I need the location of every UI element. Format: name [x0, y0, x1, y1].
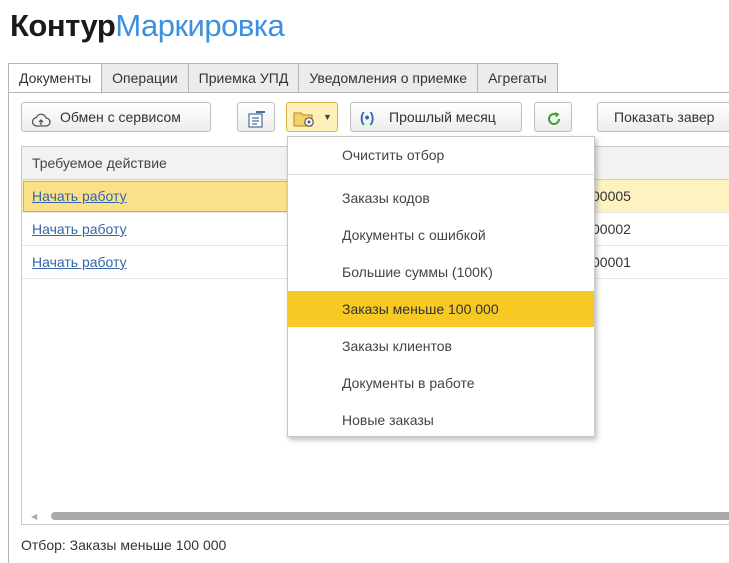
menu-item-client-orders[interactable]: Заказы клиентов	[288, 328, 594, 364]
menu-item-docs-with-errors[interactable]: Документы с ошибкой	[288, 217, 594, 253]
panel-border	[8, 92, 9, 563]
app-logo: КонтурМаркировка	[10, 6, 285, 46]
period-label: Прошлый месяц	[389, 109, 496, 125]
tab-aggregates[interactable]: Агрегаты	[478, 63, 558, 93]
document-number: 00002	[592, 221, 631, 237]
menu-item-large-sums[interactable]: Большие суммы (100К)	[288, 254, 594, 290]
scrollbar-thumb[interactable]	[51, 512, 729, 520]
show-completed-button[interactable]: Показать завер	[597, 102, 729, 132]
document-number: 00001	[592, 254, 631, 270]
cloud-sync-icon	[31, 110, 51, 131]
exchange-label: Обмен с сервисом	[60, 109, 181, 125]
logo-product: Маркировка	[115, 8, 285, 43]
start-work-link[interactable]: Начать работу	[32, 254, 127, 270]
exchange-with-service-button[interactable]: Обмен с сервисом	[21, 102, 211, 132]
refresh-button[interactable]	[534, 102, 572, 132]
scroll-left-icon[interactable]: ◀	[31, 512, 37, 521]
tab-upd-receiving[interactable]: Приемка УПД	[188, 63, 300, 93]
saved-filters-menu: Очистить отбор Заказы кодов Документы с …	[287, 136, 595, 437]
filter-list-icon	[247, 109, 267, 131]
tab-divider	[8, 92, 729, 93]
document-number: 00005	[592, 188, 631, 204]
logo-brand: Контур	[10, 8, 116, 43]
start-work-link[interactable]: Начать работу	[32, 221, 127, 237]
chevron-down-icon: ▼	[323, 112, 332, 122]
filter-settings-button[interactable]	[237, 102, 275, 132]
start-work-link[interactable]: Начать работу	[32, 188, 127, 204]
menu-item-clear-filter[interactable]: Очистить отбор	[288, 137, 594, 173]
tab-operations[interactable]: Операции	[102, 63, 189, 93]
menu-item-orders-under-100000[interactable]: Заказы меньше 100 000	[288, 291, 594, 327]
section-tabs: Документы Операции Приемка УПД Уведомлен…	[8, 63, 558, 94]
menu-separator	[288, 174, 594, 175]
menu-item-docs-in-progress[interactable]: Документы в работе	[288, 365, 594, 401]
period-selector-button[interactable]: (•) Прошлый месяц	[350, 102, 522, 132]
menu-item-new-orders[interactable]: Новые заказы	[288, 402, 594, 438]
tab-receipt-notifications[interactable]: Уведомления о приемке	[299, 63, 479, 93]
menu-item-code-orders[interactable]: Заказы кодов	[288, 180, 594, 216]
filter-status-text: Отбор: Заказы меньше 100 000	[21, 537, 227, 553]
show-completed-label: Показать завер	[614, 109, 715, 125]
horizontal-scrollbar[interactable]: ◀	[23, 509, 729, 523]
folder-gear-icon	[293, 109, 317, 131]
tab-documents[interactable]: Документы	[8, 63, 103, 94]
period-arrows-icon: (•)	[360, 109, 375, 125]
refresh-icon	[545, 109, 563, 131]
saved-filters-dropdown-button[interactable]: ▼	[286, 102, 338, 132]
